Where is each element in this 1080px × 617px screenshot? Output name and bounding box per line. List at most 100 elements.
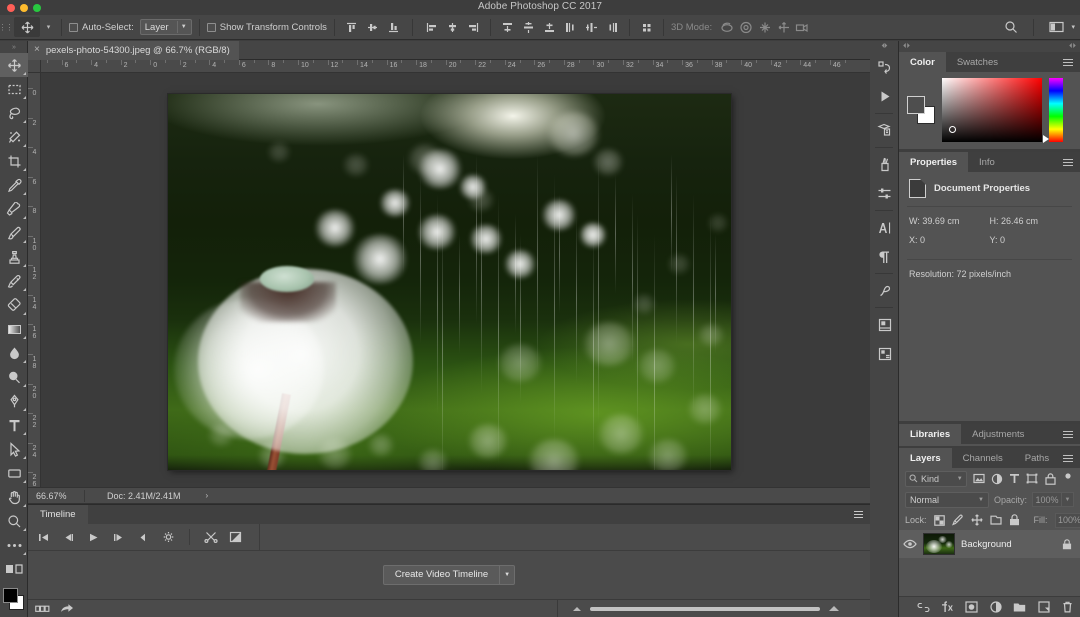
create-video-timeline-button[interactable]: Create Video Timeline	[383, 565, 500, 585]
filter-pixel-icon[interactable]	[973, 472, 985, 486]
align-bottom-edges-icon[interactable]	[384, 18, 403, 37]
history-icon[interactable]	[870, 53, 899, 82]
horizontal-ruler[interactable]: 8642024681012141618202224262830323436384…	[41, 60, 870, 73]
color-field[interactable]	[942, 78, 1042, 142]
hue-slider[interactable]	[1049, 78, 1063, 142]
delete-layer-icon[interactable]	[1061, 601, 1074, 614]
dock-grip[interactable]: ⏴⏵	[870, 41, 898, 53]
notes-icon[interactable]	[870, 310, 899, 339]
filter-shape-icon[interactable]	[1026, 472, 1038, 486]
rectangle-tool[interactable]	[0, 461, 28, 485]
new-adjustment-layer-icon[interactable]	[989, 601, 1002, 614]
gradient-tool[interactable]	[0, 317, 28, 341]
go-to-next-frame-icon[interactable]	[111, 530, 126, 545]
align-distribute-options-icon[interactable]	[637, 18, 656, 37]
timeline-zoom-slider[interactable]	[590, 607, 820, 611]
tab-info[interactable]: Info	[968, 152, 1006, 172]
go-to-first-frame-icon[interactable]	[36, 530, 51, 545]
foreground-background-color-tool[interactable]	[0, 585, 27, 617]
distribute-top-edges-icon[interactable]	[498, 18, 517, 37]
tab-timeline[interactable]: Timeline	[28, 505, 88, 524]
chevron-down-icon[interactable]: ▾	[1071, 23, 1075, 31]
character-styles-icon[interactable]	[870, 276, 899, 305]
hue-slider-handle[interactable]	[1043, 135, 1049, 143]
hand-tool[interactable]	[0, 485, 28, 509]
eyedropper-tool[interactable]	[0, 173, 28, 197]
zoom-in-triangle-icon[interactable]	[829, 606, 839, 611]
add-layer-mask-icon[interactable]	[965, 601, 978, 614]
transition-icon[interactable]	[228, 530, 243, 545]
foreground-color-swatch[interactable]	[3, 588, 18, 603]
adjust-sliders-icon[interactable]	[870, 179, 899, 208]
lock-all-icon[interactable]	[1009, 514, 1020, 526]
distribute-left-edges-icon[interactable]	[561, 18, 580, 37]
pan-3d-icon[interactable]	[755, 18, 774, 37]
fill-value[interactable]: 100%	[1055, 513, 1080, 528]
panel-menu-icon[interactable]	[1063, 431, 1073, 437]
document-image[interactable]	[168, 94, 731, 470]
edit-toolbar-ellipsis-icon[interactable]	[0, 533, 28, 557]
lasso-tool[interactable]	[0, 101, 28, 125]
x-field[interactable]: X: 0	[909, 235, 990, 245]
filter-smart-object-icon[interactable]	[1044, 472, 1056, 486]
pen-tool[interactable]	[0, 389, 28, 413]
settings-gear-icon[interactable]	[161, 530, 176, 545]
slide-3d-icon[interactable]	[774, 18, 793, 37]
spot-healing-brush-tool[interactable]	[0, 197, 28, 221]
panel-menu-icon[interactable]	[1063, 455, 1073, 461]
dodge-tool[interactable]	[0, 365, 28, 389]
auto-select-checkbox[interactable]	[69, 23, 78, 32]
auto-select-scope-dropdown[interactable]: Layer ▼	[140, 19, 192, 35]
eraser-tool[interactable]	[0, 293, 28, 317]
tab-paths[interactable]: Paths	[1014, 448, 1060, 468]
color-panel-grip[interactable]: ⏴⏵⏴⏵	[899, 41, 1080, 52]
filter-toggle-icon[interactable]	[1062, 472, 1074, 486]
play-icon[interactable]	[86, 530, 101, 545]
panel-menu-icon[interactable]	[854, 511, 863, 518]
close-icon[interactable]: ×	[34, 45, 40, 55]
lock-position-icon[interactable]	[971, 514, 983, 526]
show-transform-controls-checkbox[interactable]	[207, 23, 216, 32]
new-group-icon[interactable]	[1013, 601, 1026, 614]
blur-tool[interactable]	[0, 341, 28, 365]
brush-tool[interactable]	[0, 221, 28, 245]
zoom-level-field[interactable]: 66.67%	[28, 491, 84, 501]
layer-row-background[interactable]: Background	[899, 530, 1080, 558]
workspace-switcher-icon[interactable]	[1045, 17, 1067, 37]
go-to-previous-frame-icon[interactable]	[61, 530, 76, 545]
align-left-edges-icon[interactable]	[422, 18, 441, 37]
filter-type-icon[interactable]	[1009, 472, 1021, 486]
split-at-playhead-icon[interactable]	[203, 530, 218, 545]
lock-artboard-nesting-icon[interactable]	[990, 514, 1002, 526]
color-field-cursor[interactable]	[949, 126, 956, 133]
canvas-area[interactable]	[41, 73, 870, 487]
move-tool[interactable]	[0, 53, 28, 77]
path-selection-tool[interactable]	[0, 437, 28, 461]
filter-adjustment-icon[interactable]	[991, 472, 1003, 486]
layer-name[interactable]: Background	[961, 539, 1055, 550]
link-layers-icon[interactable]	[917, 601, 930, 614]
panel-menu-icon[interactable]	[1063, 59, 1073, 65]
tool-preset-caret-icon[interactable]: ▾	[43, 23, 54, 31]
clone-source-icon[interactable]	[870, 339, 899, 368]
foreground-color-swatch[interactable]	[907, 96, 925, 114]
document-tab[interactable]: × pexels-photo-54300.jpeg @ 66.7% (RGB/8…	[28, 41, 239, 60]
new-layer-icon[interactable]	[1037, 601, 1050, 614]
roll-3d-icon[interactable]	[736, 18, 755, 37]
align-vertical-centers-icon[interactable]	[363, 18, 382, 37]
create-timeline-dropdown-icon[interactable]: ▼	[500, 565, 515, 585]
tab-color[interactable]: Color	[899, 52, 946, 72]
distribute-bottom-edges-icon[interactable]	[540, 18, 559, 37]
status-expand-icon[interactable]: ›	[206, 491, 209, 500]
distribute-right-edges-icon[interactable]	[603, 18, 622, 37]
layer-thumbnail[interactable]	[923, 533, 955, 555]
tab-channels[interactable]: Channels	[952, 448, 1014, 468]
tab-properties[interactable]: Properties	[899, 152, 968, 172]
render-video-icon[interactable]	[59, 601, 74, 616]
ruler-corner[interactable]	[28, 60, 41, 73]
search-icon[interactable]	[1000, 17, 1022, 37]
horizontal-type-tool[interactable]	[0, 413, 28, 437]
lock-image-pixels-icon[interactable]	[952, 514, 964, 526]
distribute-vertical-centers-icon[interactable]	[519, 18, 538, 37]
brush-settings-icon[interactable]	[870, 150, 899, 179]
